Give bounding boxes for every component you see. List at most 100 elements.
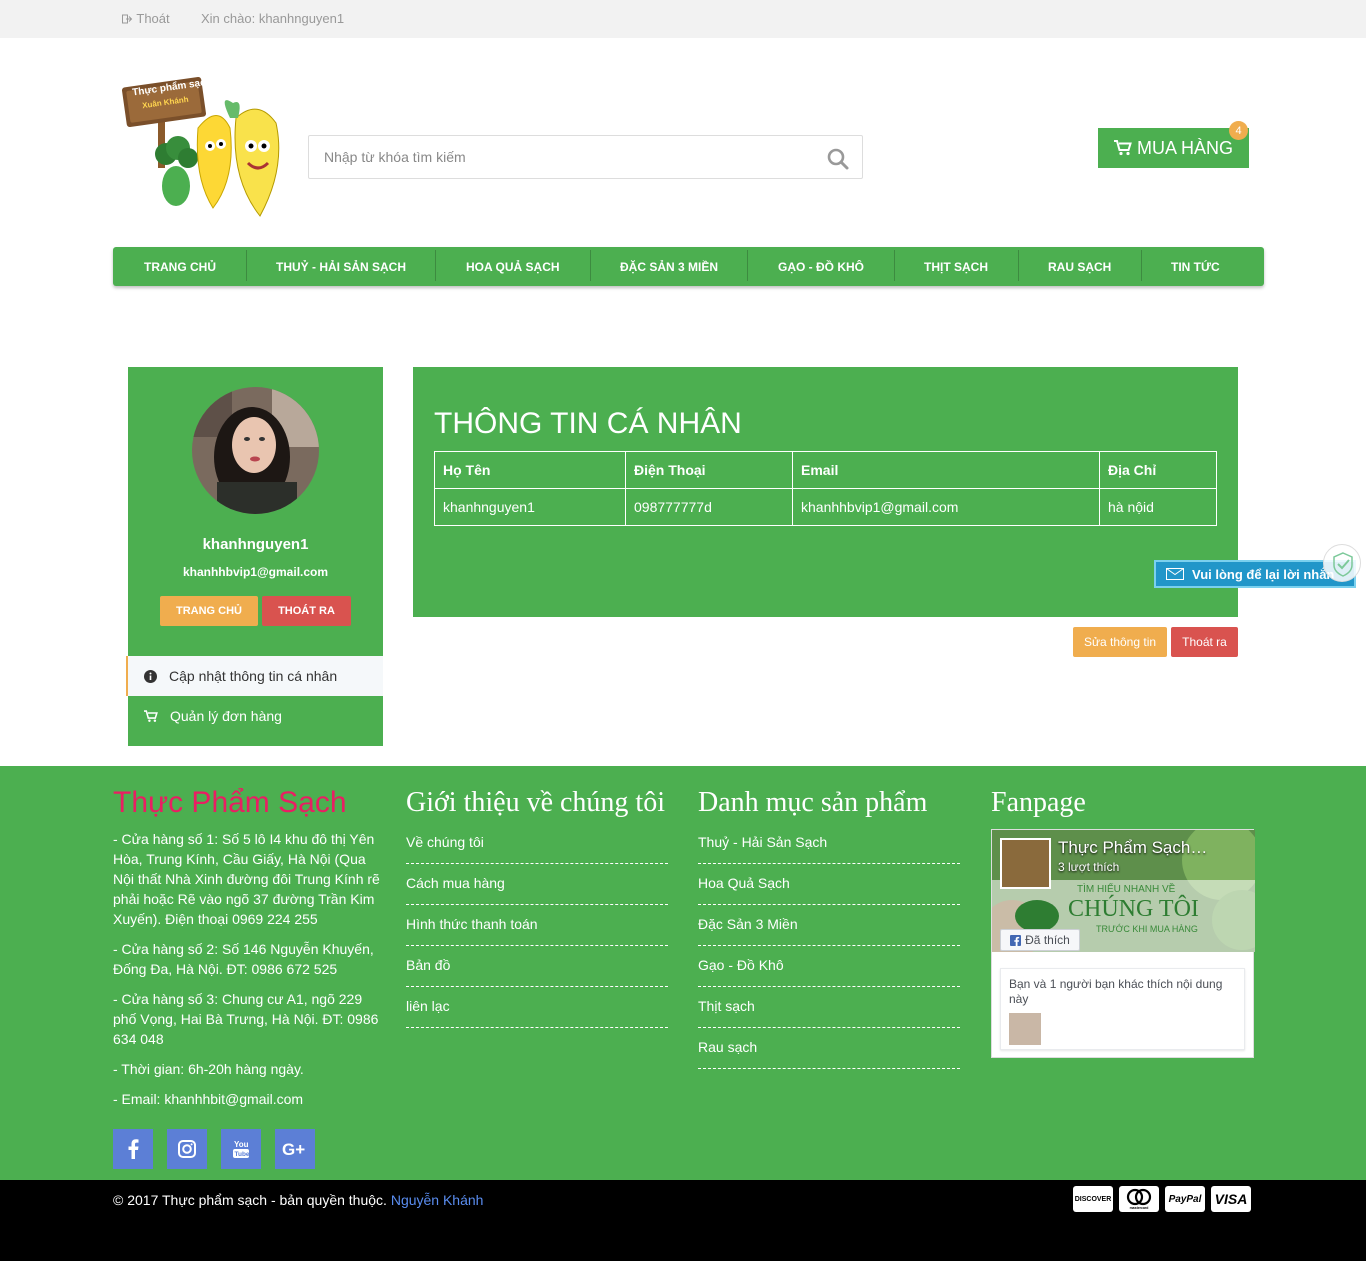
author-link[interactable]: Nguyễn Khánh xyxy=(391,1192,484,1208)
footer-about: Giới thiệu về chúng tôi Về chúng tôi Các… xyxy=(406,786,668,1028)
search-input[interactable] xyxy=(309,136,809,178)
top-bar: Thoát Xin chào: khanhnguyen1 xyxy=(0,0,1366,38)
nav-item-vegetables[interactable]: RAU SẠCH xyxy=(1048,247,1111,286)
youtube-icon[interactable]: You Tube xyxy=(221,1129,261,1169)
mastercard-text: mastercard xyxy=(1130,1206,1149,1210)
visa-icon: VISA xyxy=(1211,1186,1251,1212)
sidebar-item-update-profile[interactable]: Cập nhật thông tin cá nhân xyxy=(126,656,383,696)
discover-card-icon: DISCOVER xyxy=(1073,1186,1113,1212)
footer-link-contact[interactable]: liên lạc xyxy=(406,987,668,1028)
facebook-page-widget[interactable]: Thực Phẩm Sạch… 3 lượt thích TÌM HIỂU NH… xyxy=(991,829,1255,1058)
search-box xyxy=(308,135,863,179)
greeting-text: Xin chào: khanhnguyen1 xyxy=(201,11,345,26)
sidebar-item-label: Quản lý đơn hàng xyxy=(170,708,282,724)
nav-separator xyxy=(1141,250,1142,281)
nav-item-specialties[interactable]: ĐẶC SẢN 3 MIỀN xyxy=(620,247,718,286)
liked-button[interactable]: Đã thích xyxy=(1000,929,1080,951)
nav-separator xyxy=(590,250,591,281)
cell-name: khanhnguyen1 xyxy=(434,488,626,526)
sidebar-email: khanhhbvip1@gmail.com xyxy=(182,565,329,579)
fanpage-name[interactable]: Thực Phẩm Sạch… xyxy=(1058,838,1207,858)
footer-link-map[interactable]: Bản đồ xyxy=(406,946,668,987)
footer-category-link[interactable]: Đặc Sản 3 Miền xyxy=(698,905,960,946)
logout-label: Thoát xyxy=(136,11,170,26)
svg-text:You: You xyxy=(234,1140,249,1149)
footer-about-title: Giới thiệu về chúng tôi xyxy=(406,787,665,818)
cart-label: MUA HÀNG xyxy=(1136,137,1233,158)
site-logo[interactable]: Thực phẩm sạch Xuân Khánh xyxy=(118,68,300,220)
cell-email: khanhhbvip1@gmail.com xyxy=(792,488,1100,526)
footer-address: - Cửa hàng số 1: Số 5 lô I4 khu đô thị Y… xyxy=(113,829,383,1119)
address-line: - Cửa hàng số 2: Số 146 Nguyễn Khuyến, Đ… xyxy=(113,941,374,977)
logout-link[interactable]: Thoát xyxy=(122,11,170,26)
nav-item-seafood[interactable]: THUỶ - HẢI SẢN SẠCH xyxy=(276,247,406,286)
shopping-cart-icon xyxy=(1113,140,1132,156)
avatar xyxy=(192,387,319,514)
edit-info-button[interactable]: Sửa thông tin xyxy=(1073,627,1167,657)
footer-link-how-to-buy[interactable]: Cách mua hàng xyxy=(406,864,668,905)
social-links: You Tube G+ xyxy=(113,1129,315,1169)
envelope-icon xyxy=(1166,568,1184,580)
exit-button[interactable]: THOÁT RA xyxy=(262,596,351,626)
sidebar-item-orders[interactable]: Quản lý đơn hàng xyxy=(128,696,383,736)
footer-category-link[interactable]: Hoa Quả Sạch xyxy=(698,864,960,905)
footer-link-about-us[interactable]: Về chúng tôi xyxy=(406,823,668,864)
cart-count-badge: 4 xyxy=(1229,121,1248,140)
instagram-icon[interactable] xyxy=(167,1129,207,1169)
nav-item-rice-dry-goods[interactable]: GẠO - ĐỒ KHÔ xyxy=(778,247,864,286)
home-button[interactable]: TRANG CHỦ xyxy=(160,596,258,626)
shield-check-icon xyxy=(1323,544,1361,582)
google-plus-icon[interactable]: G+ xyxy=(275,1129,315,1169)
footer: Thực Phẩm Sạch - Cửa hàng số 1: Số 5 lô … xyxy=(0,766,1366,1180)
facebook-icon[interactable] xyxy=(113,1129,153,1169)
footer-link-payment[interactable]: Hình thức thanh toán xyxy=(406,905,668,946)
header-name: Họ Tên xyxy=(434,451,626,489)
table-header-row: Họ Tên Điện Thoại Email Địa Chỉ xyxy=(434,451,1217,489)
table-row: khanhnguyen1 098777777d khanhhbvip1@gmai… xyxy=(434,488,1217,526)
footer-fanpage-title-wrap: Fanpage xyxy=(991,786,1253,819)
nav-separator xyxy=(894,250,895,281)
address-line: - Thời gian: 6h-20h hàng ngày. xyxy=(113,1061,304,1077)
search-icon[interactable] xyxy=(826,147,850,171)
footer-category-link[interactable]: Rau sạch xyxy=(698,1028,960,1069)
fanpage-friends-text: Bạn và 1 người bạn khác thích nội dung n… xyxy=(1009,977,1223,1006)
footer-categories: Danh mục sản phẩm Thuỷ - Hải Sản Sạch Ho… xyxy=(698,786,960,1069)
svg-text:G+: G+ xyxy=(282,1140,305,1158)
nav-separator xyxy=(1018,250,1019,281)
cart-button[interactable]: MUA HÀNG 4 xyxy=(1098,121,1249,168)
copyright-text: © 2017 Thực phẩm sạch - bản quyền thuộc. xyxy=(113,1192,387,1208)
profile-panel: THÔNG TIN CÁ NHÂN Họ Tên Điện Thoại Emai… xyxy=(413,367,1238,617)
sign-out-icon xyxy=(122,14,133,24)
header-phone: Điện Thoại xyxy=(625,451,793,489)
liked-label: Đã thích xyxy=(1025,933,1070,947)
user-sidebar: khanhnguyen1 khanhhbvip1@gmail.com TRANG… xyxy=(126,367,383,746)
nav-item-news[interactable]: TIN TỨC xyxy=(1171,247,1220,286)
address-line: - Cửa hàng số 1: Số 5 lô I4 khu đô thị Y… xyxy=(113,831,380,927)
address-line: - Email: khanhhbit@gmail.com xyxy=(113,1091,304,1107)
cell-address: hà nộid xyxy=(1099,488,1217,526)
footer-fanpage-title: Fanpage xyxy=(991,787,1086,818)
paypal-icon: PayPal xyxy=(1165,1186,1205,1212)
nav-item-fruits[interactable]: HOA QUẢ SẠCH xyxy=(466,247,560,286)
payment-cards: DISCOVER mastercard PayPal VISA xyxy=(1073,1186,1251,1212)
footer-categories-title: Danh mục sản phẩm xyxy=(698,787,928,818)
profile-title: THÔNG TIN CÁ NHÂN xyxy=(434,407,742,440)
profile-table: Họ Tên Điện Thoại Email Địa Chỉ khanhngu… xyxy=(434,451,1217,526)
nav-item-meat[interactable]: THỊT SẠCH xyxy=(924,247,988,286)
footer-category-link[interactable]: Thịt sạch xyxy=(698,987,960,1028)
friend-avatar[interactable] xyxy=(1009,1013,1041,1045)
nav-item-home[interactable]: TRANG CHỦ xyxy=(144,247,216,286)
footer-category-link[interactable]: Thuỷ - Hải Sản Sạch xyxy=(698,823,960,864)
facebook-icon xyxy=(1010,934,1022,946)
header-address: Địa Chỉ xyxy=(1099,451,1217,489)
nav-separator xyxy=(246,250,247,281)
copyright: © 2017 Thực phẩm sạch - bản quyền thuộc.… xyxy=(113,1192,483,1208)
fanpage-friends: Bạn và 1 người bạn khác thích nội dung n… xyxy=(1000,968,1245,1050)
nav-separator xyxy=(747,250,748,281)
fanpage-cover: Thực Phẩm Sạch… 3 lượt thích TÌM HIỂU NH… xyxy=(992,830,1255,952)
footer-category-link[interactable]: Gạo - Đồ Khô xyxy=(698,946,960,987)
address-line: - Cửa hàng số 3: Chung cư A1, ngõ 229 ph… xyxy=(113,991,379,1047)
logout-button[interactable]: Thoát ra xyxy=(1171,627,1238,657)
footer-brand: Thực Phẩm Sạch xyxy=(113,786,347,819)
sidebar-username: khanhnguyen1 xyxy=(202,536,309,553)
